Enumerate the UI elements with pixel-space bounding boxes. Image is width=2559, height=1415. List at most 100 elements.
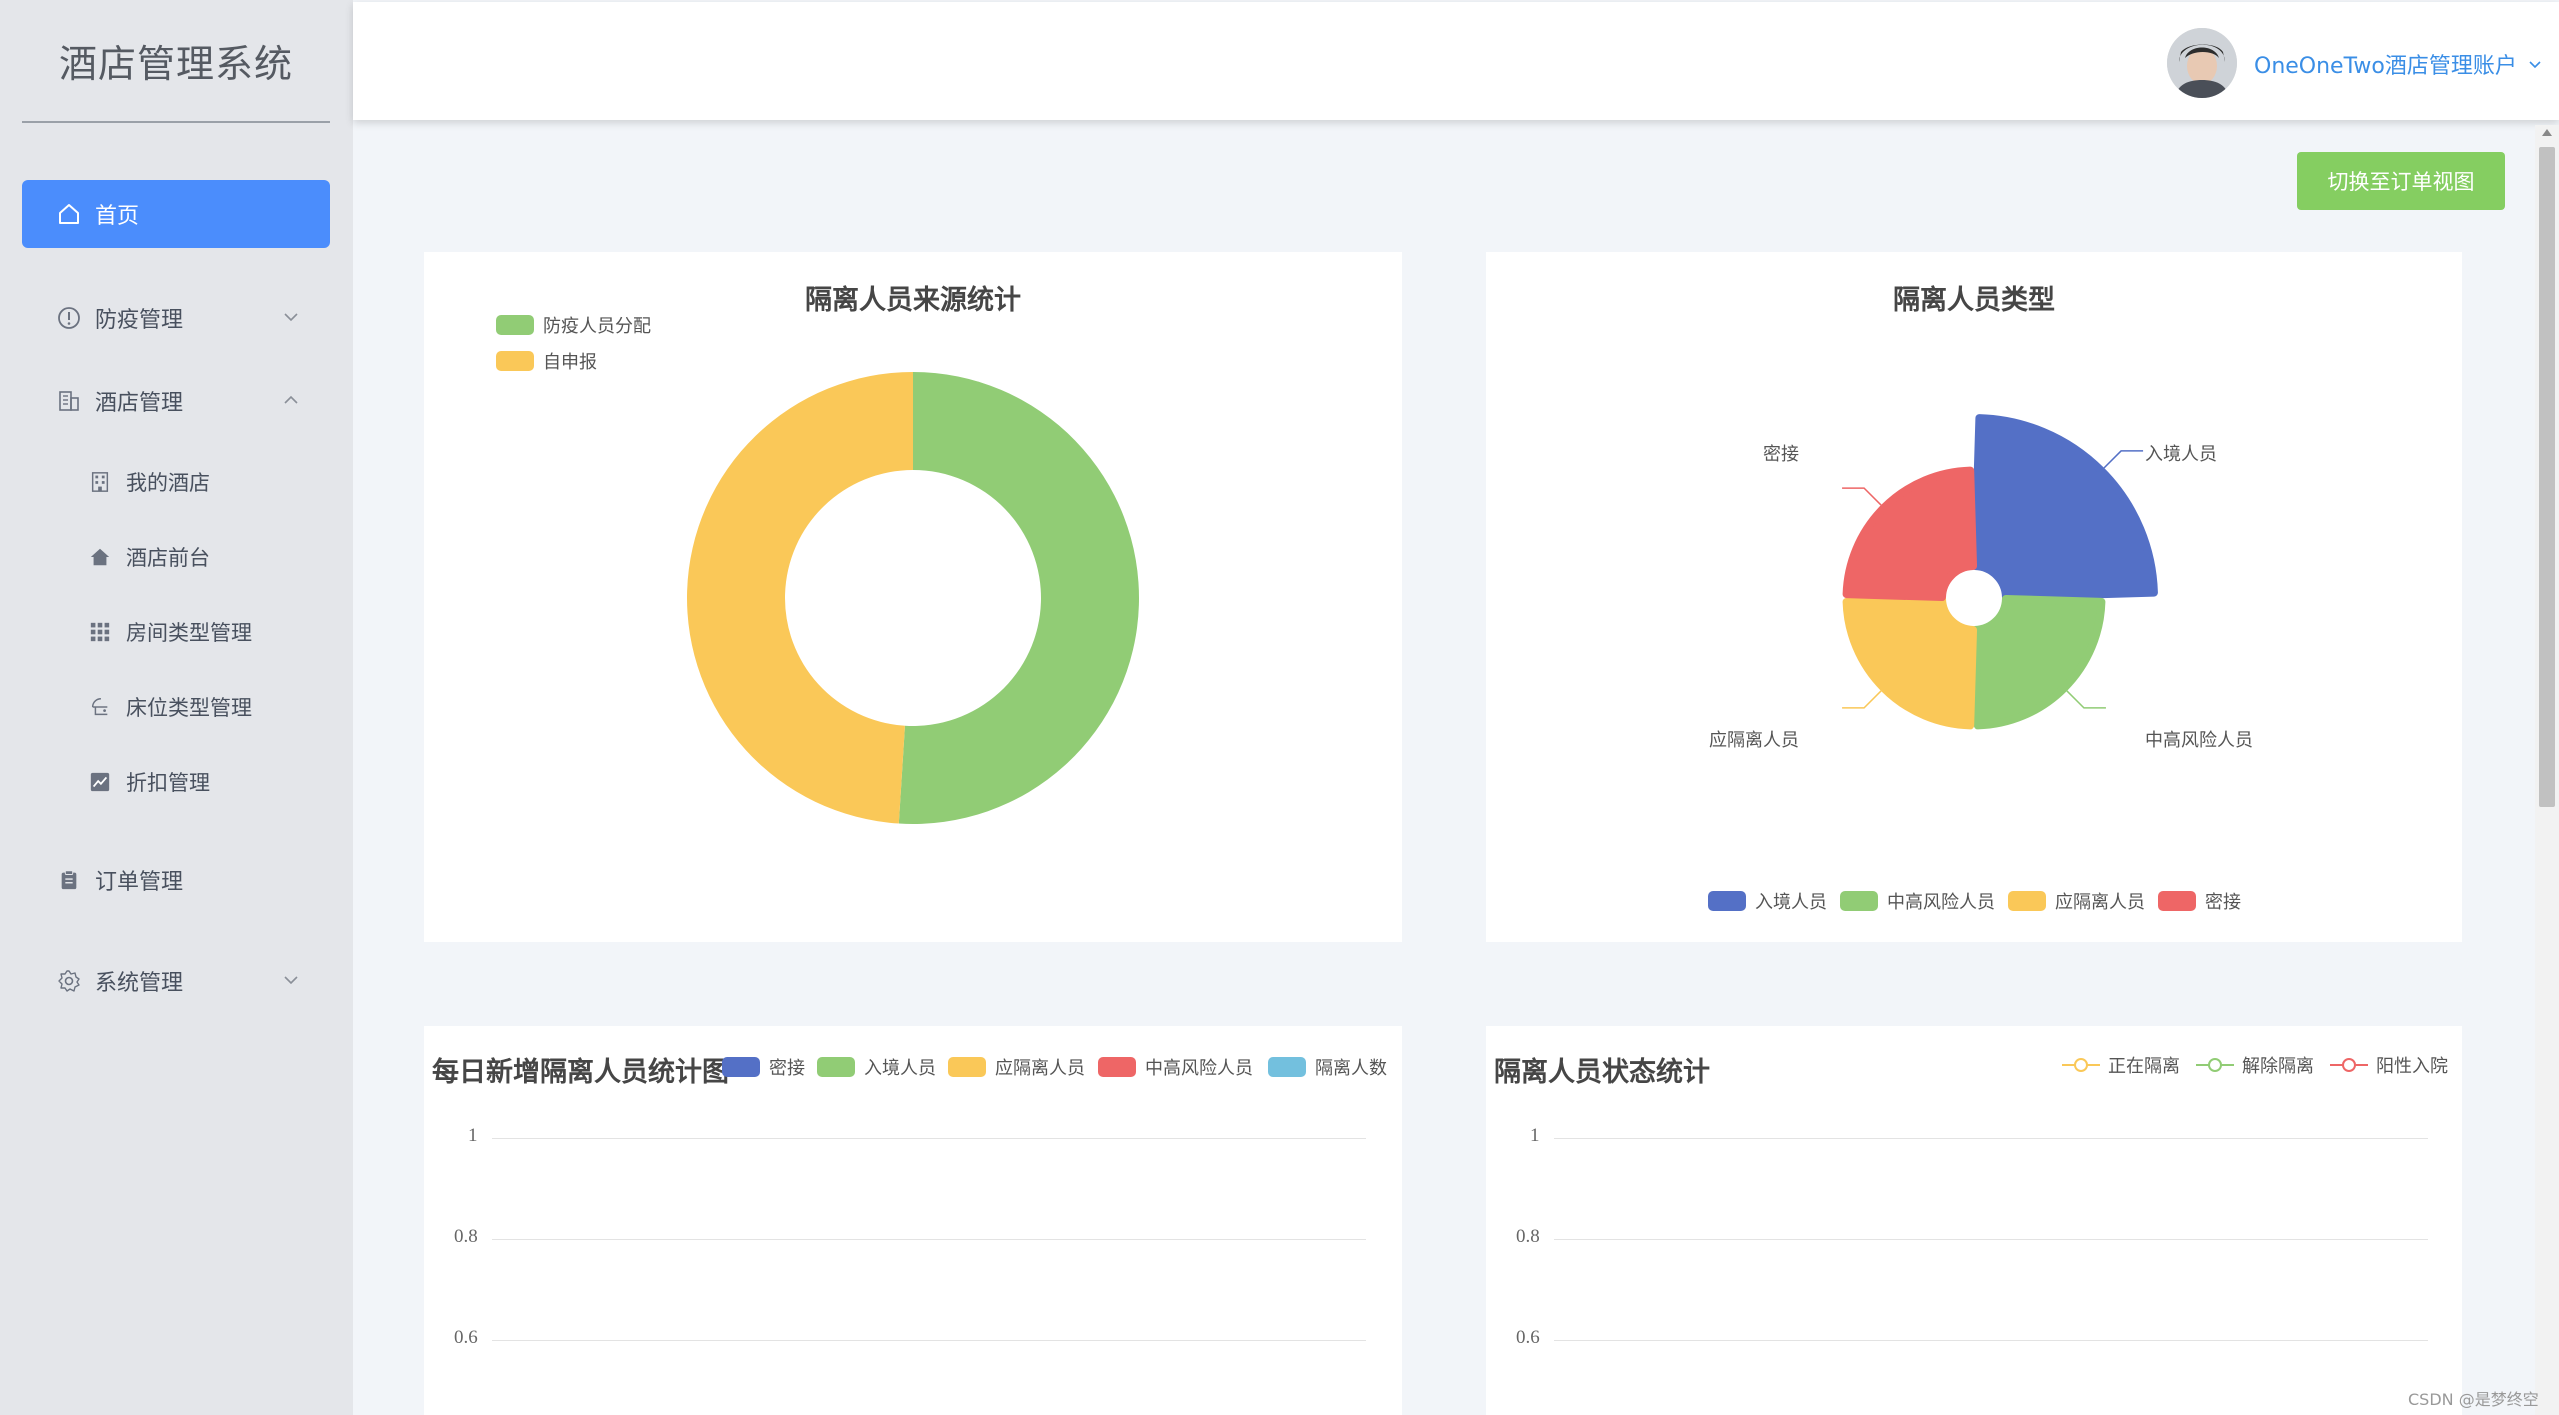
- legend-label: 解除隔离: [2242, 1056, 2314, 1077]
- sidebar-item-system[interactable]: 系统管理: [22, 947, 330, 1015]
- sidebar-item-label: 酒店前台: [126, 546, 210, 570]
- sidebar-item-label: 首页: [95, 204, 140, 229]
- sidebar-item-label: 我的酒店: [126, 471, 210, 495]
- rose-slice[interactable]: [1970, 414, 2158, 602]
- warning-circle-icon: [57, 306, 81, 330]
- legend-swatch: [1098, 1057, 1136, 1077]
- sidebar-item-discounts[interactable]: 折扣管理: [22, 752, 330, 812]
- legend-item[interactable]: 隔离人数: [1268, 1054, 1387, 1080]
- legend-item[interactable]: 中高风险人员: [1840, 888, 1995, 914]
- donut-slice[interactable]: [687, 372, 913, 824]
- legend-label: 隔离人数: [1315, 1058, 1387, 1079]
- account-menu[interactable]: OneOneTwo酒店管理账户: [2254, 48, 2543, 80]
- grid-line: [492, 1340, 1366, 1341]
- sidebar-item-label: 系统管理: [95, 971, 184, 996]
- y-tick-label: 0.6: [1516, 1327, 1540, 1348]
- legend-label: 应隔离人员: [995, 1058, 1085, 1079]
- slice-label: 应隔离人员: [1709, 730, 1799, 751]
- legend-label: 中高风险人员: [1887, 892, 1995, 913]
- legend-item[interactable]: 入境人员: [817, 1054, 936, 1080]
- legend-label: 密接: [2205, 892, 2241, 913]
- legend-item[interactable]: 密接: [2158, 888, 2241, 914]
- legend-item[interactable]: 正在隔离: [2062, 1052, 2180, 1078]
- clipboard-icon: [57, 868, 81, 892]
- sidebar-item-hotel[interactable]: 酒店管理: [22, 367, 330, 435]
- slice-label: 入境人员: [2145, 444, 2217, 465]
- home-icon: [57, 202, 81, 226]
- switch-to-order-view-button[interactable]: 切换至订单视图: [2297, 152, 2505, 210]
- legend-item[interactable]: 解除隔离: [2196, 1052, 2314, 1078]
- legend-swatch: [817, 1057, 855, 1077]
- legend-label: 入境人员: [1755, 892, 1827, 913]
- top-header: OneOneTwo酒店管理账户: [353, 2, 2559, 120]
- house-filled-icon: [88, 545, 112, 569]
- type-stats-card: 隔离人员类型 入境人员 中高风险人员 应隔离人员 密接 入境人员 中高风险人员 …: [1486, 252, 2462, 942]
- chart-title: 隔离人员状态统计: [1494, 1057, 1710, 1088]
- chevron-up-icon: [284, 395, 298, 404]
- slice-label: 密接: [1763, 444, 1799, 465]
- chevron-down-icon: [284, 313, 298, 322]
- chart-title: 每日新增隔离人员统计图: [432, 1057, 729, 1088]
- chevron-down-icon: [284, 976, 298, 985]
- y-tick-label: 1: [468, 1125, 478, 1146]
- rose-chart: [1842, 414, 2158, 730]
- grid-icon: [88, 620, 112, 644]
- sidebar-item-orders[interactable]: 订单管理: [22, 846, 330, 914]
- legend-label: 入境人员: [864, 1058, 936, 1079]
- app-title: 酒店管理系统: [22, 0, 330, 123]
- trend-chart-icon: [88, 770, 112, 794]
- scroll-thumb[interactable]: [2539, 147, 2555, 807]
- sidebar-item-label: 床位类型管理: [126, 696, 252, 720]
- avatar[interactable]: [2167, 28, 2237, 98]
- legend-label: 应隔离人员: [2055, 892, 2145, 913]
- grid-line: [1554, 1340, 2428, 1341]
- chevron-down-icon: [2529, 61, 2541, 69]
- scroll-up-arrow-icon[interactable]: [2542, 129, 2552, 136]
- sidebar-item-bed-types[interactable]: 床位类型管理: [22, 677, 330, 737]
- legend-swatch: [2158, 891, 2196, 911]
- legend-swatch: [2008, 891, 2046, 911]
- gear-icon: [57, 969, 81, 993]
- legend-item[interactable]: 应隔离人员: [2008, 888, 2145, 914]
- slice-label: 中高风险人员: [2145, 730, 2253, 751]
- source-stats-card: 隔离人员来源统计 防疫人员分配 自申报: [424, 252, 1402, 942]
- donut-chart: [687, 372, 1140, 824]
- sidebar-item-room-types[interactable]: 房间类型管理: [22, 602, 330, 662]
- legend-label: 正在隔离: [2108, 1056, 2180, 1077]
- sidebar-item-label: 酒店管理: [95, 391, 184, 416]
- y-tick-label: 0.6: [454, 1327, 478, 1348]
- legend-item[interactable]: 中高风险人员: [1098, 1054, 1253, 1080]
- legend-swatch: [1708, 891, 1746, 911]
- sidebar-item-my-hotel[interactable]: 我的酒店: [22, 452, 330, 512]
- legend-label: 中高风险人员: [1145, 1058, 1253, 1079]
- legend-line-marker: [2330, 1058, 2368, 1072]
- legend-item[interactable]: 密接: [722, 1054, 805, 1080]
- account-name: OneOneTwo酒店管理账户: [2254, 54, 2517, 79]
- lamp-icon: [88, 695, 112, 719]
- y-tick-label: 0.8: [1516, 1226, 1540, 1247]
- leader-line: [1842, 690, 1882, 709]
- legend-swatch: [1268, 1057, 1306, 1077]
- sidebar-item-label: 房间类型管理: [126, 621, 252, 645]
- sidebar-item-label: 订单管理: [95, 870, 184, 895]
- grid-line: [1554, 1239, 2428, 1240]
- sidebar: 酒店管理系统 首页 防疫管理 酒店管理 我的酒店 酒店前台 房间类型管理 床位类…: [0, 0, 353, 1415]
- sidebar-item-home[interactable]: 首页: [22, 180, 330, 248]
- leader-line: [2066, 690, 2106, 709]
- sidebar-item-label: 防疫管理: [95, 308, 184, 333]
- leader-line: [1842, 487, 1882, 506]
- watermark: CSDN @是梦终空: [2408, 1390, 2539, 1409]
- grid-line: [492, 1239, 1366, 1240]
- donut-slice[interactable]: [898, 372, 1140, 824]
- legend-line-marker: [2196, 1058, 2234, 1072]
- sidebar-item-epidemic[interactable]: 防疫管理: [22, 284, 330, 352]
- sidebar-item-front-desk[interactable]: 酒店前台: [22, 527, 330, 587]
- grid-line: [492, 1138, 1366, 1139]
- legend-item[interactable]: 阳性入院: [2330, 1052, 2448, 1078]
- grid-line: [1554, 1138, 2428, 1139]
- status-stats-card: 隔离人员状态统计 正在隔离 解除隔离 阳性入院 1 0.8 0.6: [1486, 1026, 2462, 1415]
- legend-item[interactable]: 入境人员: [1708, 888, 1827, 914]
- legend-item[interactable]: 应隔离人员: [948, 1054, 1085, 1080]
- legend-swatch: [948, 1057, 986, 1077]
- vertical-scrollbar[interactable]: [2535, 125, 2559, 1415]
